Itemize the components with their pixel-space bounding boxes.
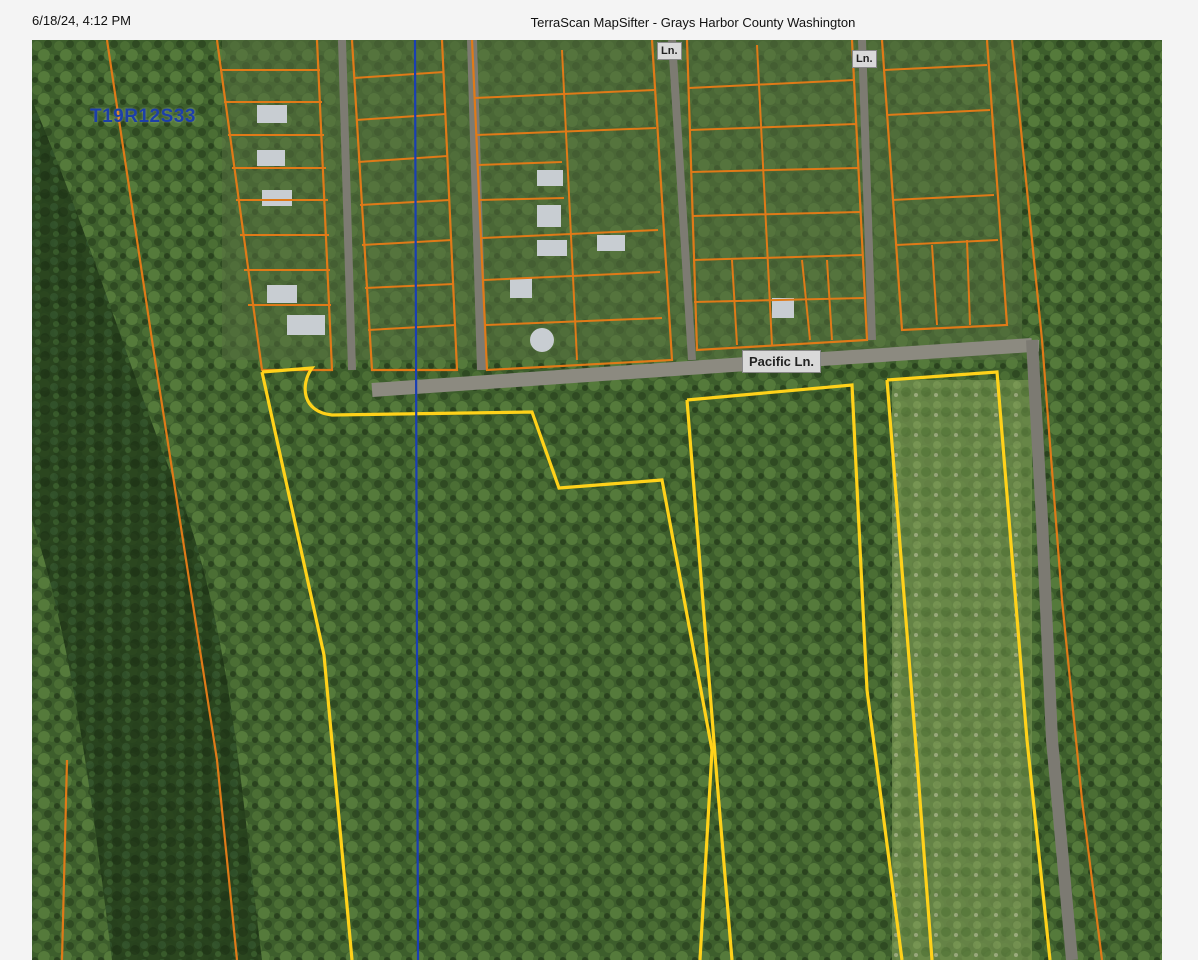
road-label-pacific-ln: Pacific Ln. bbox=[742, 350, 822, 373]
print-header: 6/18/24, 4:12 PM TerraScan MapSifter - G… bbox=[0, 0, 1198, 40]
street-tag: Ln. bbox=[657, 42, 682, 60]
street-tag: Ln. bbox=[852, 50, 877, 68]
map-canvas[interactable] bbox=[32, 40, 1162, 960]
aerial-map[interactable]: T19R12S33 Pacific Ln. Ln. Ln. bbox=[32, 40, 1162, 960]
print-title: TerraScan MapSifter - Grays Harbor Count… bbox=[530, 15, 856, 30]
clearing-area bbox=[892, 380, 1032, 960]
section-label: T19R12S33 bbox=[90, 106, 196, 127]
